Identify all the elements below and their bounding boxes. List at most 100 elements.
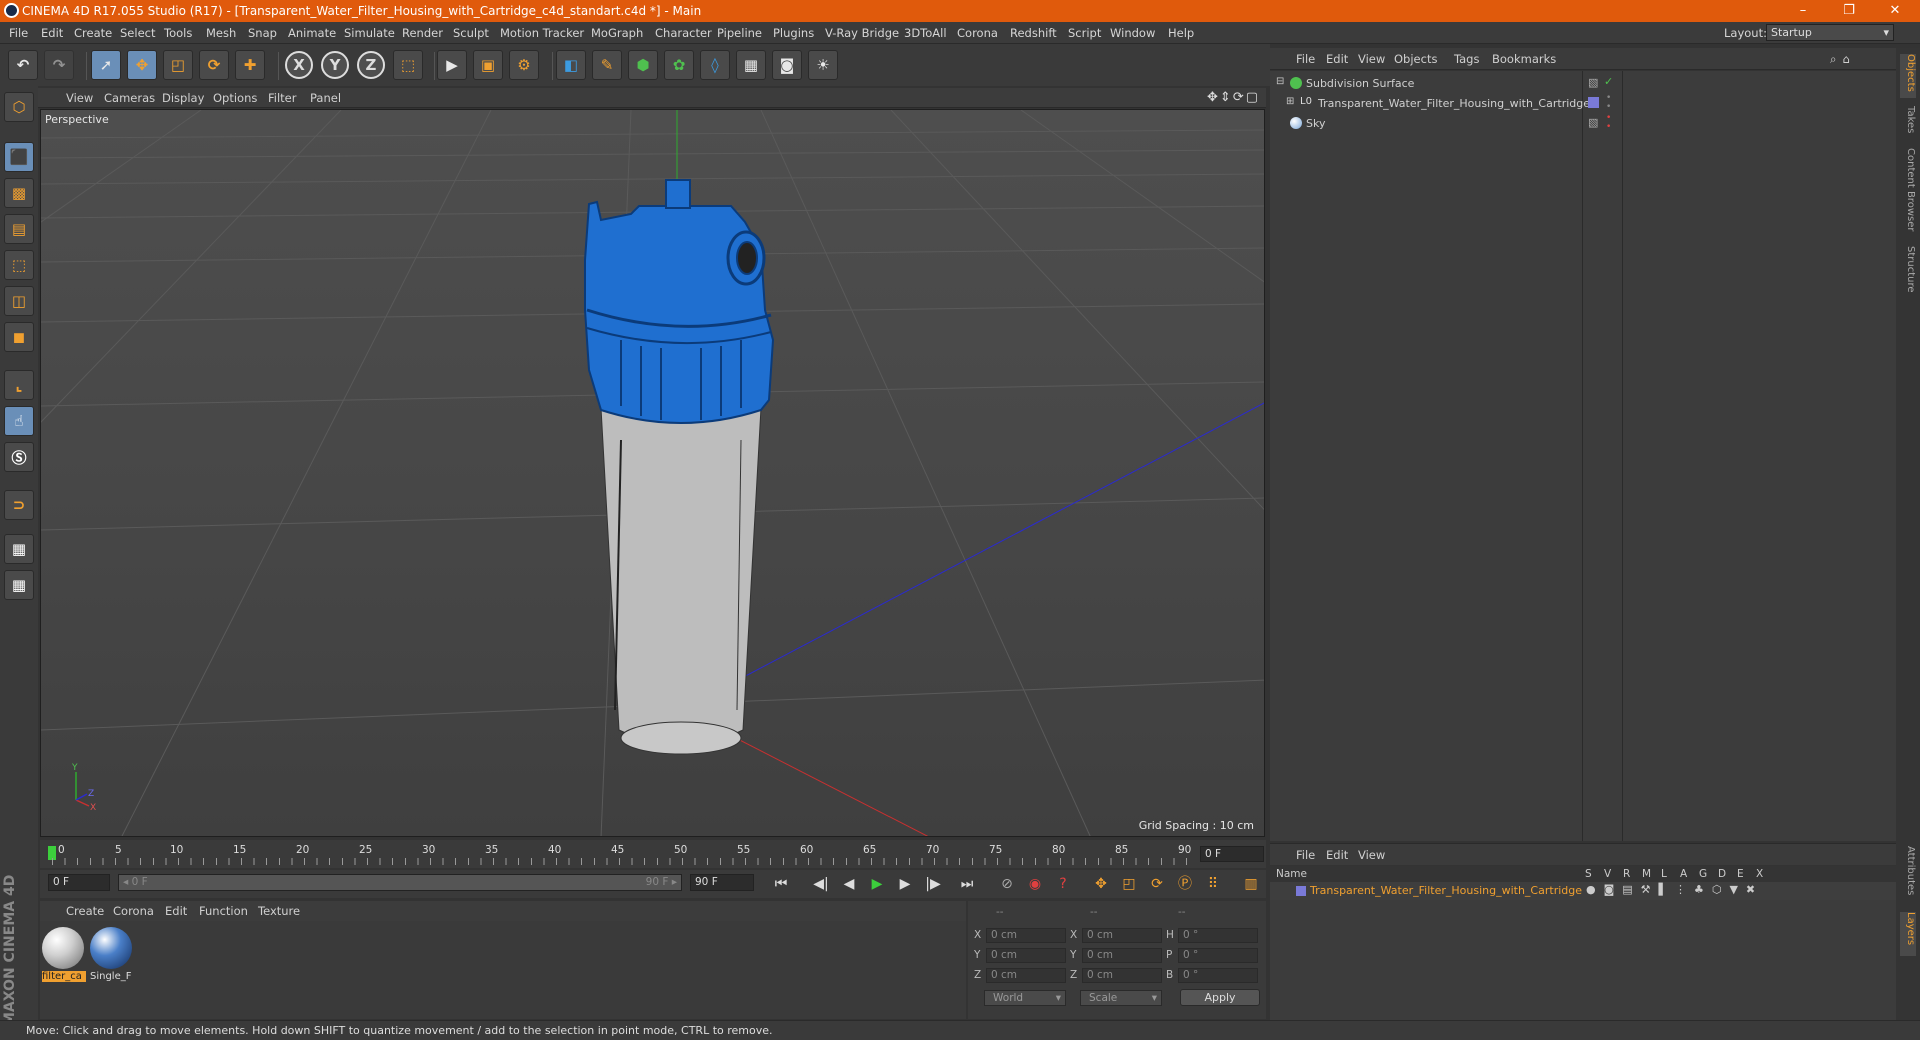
om-menu-objects[interactable]: Objects [1394, 52, 1437, 66]
z-axis-icon[interactable]: Z [357, 51, 385, 79]
menu-pipeline[interactable]: Pipeline [717, 26, 762, 40]
minimize-button[interactable]: – [1780, 0, 1826, 22]
pen-icon[interactable]: ✎ [592, 50, 622, 80]
menu-redshift[interactable]: Redshift [1010, 26, 1057, 40]
menu-character[interactable]: Character [655, 26, 712, 40]
floor-icon[interactable]: ▦ [736, 50, 766, 80]
material-menu-texture[interactable]: Texture [258, 904, 300, 918]
light-icon[interactable]: ☀ [808, 50, 838, 80]
tweak-icon[interactable]: ☝ [4, 406, 34, 436]
key-position-icon[interactable]: ✥ [1090, 873, 1112, 895]
lm-menu-view[interactable]: View [1358, 848, 1385, 862]
menu-mesh[interactable]: Mesh [206, 26, 236, 40]
autokeying-icon[interactable]: ◉ [1024, 873, 1046, 895]
go-to-end-icon[interactable]: ⏭ [956, 873, 978, 895]
position-y-field[interactable]: 0 cm [986, 948, 1066, 963]
menu-mograph[interactable]: MoGraph [591, 26, 643, 40]
viewport-menu-view[interactable]: View [66, 91, 93, 105]
object-row[interactable]: Sky ▧ • • [1270, 114, 1896, 132]
redo-icon[interactable]: ↷ [44, 50, 74, 80]
polygons-mode-icon[interactable]: ◼ [4, 322, 34, 352]
apply-button[interactable]: Apply [1180, 989, 1260, 1006]
cube-icon[interactable]: ◧ [556, 50, 586, 80]
layer-flags-icon[interactable]: ●◙▤⚒▌⋮♣⬡▼✖ [1586, 883, 1763, 896]
make-editable-icon[interactable]: ⬡ [4, 92, 34, 122]
tab-structure[interactable]: Structure [1900, 246, 1916, 298]
move-icon[interactable]: ✥ [127, 50, 157, 80]
layer-color-icon[interactable] [1296, 886, 1306, 896]
size-y-field[interactable]: 0 cm [1082, 948, 1162, 963]
points-mode-icon[interactable]: ⬚ [4, 250, 34, 280]
cloner-icon[interactable]: ✿ [664, 50, 694, 80]
menu-motion-tracker[interactable]: Motion Tracker [500, 26, 584, 40]
menu-vray-bridge[interactable]: V-Ray Bridge [825, 26, 899, 40]
layout-select[interactable]: Startup ▾ [1766, 24, 1894, 41]
timeline-ruler[interactable]: 0 5 10 15 20 25 30 35 40 45 50 55 60 65 … [40, 840, 1266, 868]
preview-range-slider[interactable]: ◂ 0 F 90 F ▸ [118, 874, 682, 891]
editor-visibility-icon[interactable]: ▧ [1588, 116, 1598, 129]
max-frame-input[interactable]: 90 F [690, 874, 754, 891]
visibility-dots-icon[interactable]: • • [1606, 114, 1611, 132]
menu-3dtoall[interactable]: 3DToAll [904, 26, 947, 40]
model-mode-icon[interactable]: ⬛ [4, 142, 34, 172]
magnet-icon[interactable]: ⊃ [4, 490, 34, 520]
select-icon[interactable]: ➚ [91, 50, 121, 80]
tab-attributes[interactable]: Attributes [1900, 846, 1916, 906]
object-row[interactable]: ⊟ Subdivision Surface ▧ ✓ [1270, 74, 1896, 92]
lm-menu-file[interactable]: File [1296, 848, 1315, 862]
render-picture-viewer-icon[interactable]: ▣ [473, 50, 503, 80]
key-point-level-icon[interactable]: ⠿ [1202, 873, 1224, 895]
viewport-menu-display[interactable]: Display [162, 91, 204, 105]
menu-plugins[interactable]: Plugins [773, 26, 814, 40]
tab-objects[interactable]: Objects [1900, 54, 1916, 98]
position-z-field[interactable]: 0 cm [986, 968, 1066, 983]
menu-help[interactable]: Help [1168, 26, 1194, 40]
next-key-icon[interactable]: |▶ [922, 873, 944, 895]
size-x-field[interactable]: 0 cm [1082, 928, 1162, 943]
menu-render[interactable]: Render [402, 26, 443, 40]
edges-mode-icon[interactable]: ◫ [4, 286, 34, 316]
material-menu-create[interactable]: Create [66, 904, 104, 918]
rotate-icon[interactable]: ⟳ [199, 50, 229, 80]
menu-tools[interactable]: Tools [164, 26, 192, 40]
om-menu-bookmarks[interactable]: Bookmarks [1492, 52, 1556, 66]
perspective-viewport[interactable]: Y X Z Perspective Grid Spacing : 10 cm [40, 109, 1265, 837]
lock-workplane-icon[interactable]: ▦ [4, 534, 34, 564]
workplane-rotate-icon[interactable]: ▦ [4, 570, 34, 600]
layer-color-icon[interactable] [1588, 97, 1599, 108]
texture-mode-icon[interactable]: ▩ [4, 178, 34, 208]
menu-sculpt[interactable]: Sculpt [453, 26, 489, 40]
material-menu-edit[interactable]: Edit [165, 904, 187, 918]
menu-select[interactable]: Select [120, 26, 155, 40]
tab-content-browser[interactable]: Content Browser [1900, 148, 1916, 238]
play-icon[interactable]: ▶ [866, 873, 888, 895]
expand-icon[interactable]: ⊞ [1286, 96, 1294, 107]
current-frame-input[interactable]: 0 F [48, 874, 110, 891]
material-menu-corona[interactable]: Corona [113, 904, 154, 918]
next-frame-icon[interactable]: ▶ [894, 873, 916, 895]
key-scale-icon[interactable]: ◰ [1118, 873, 1140, 895]
menu-window[interactable]: Window [1110, 26, 1155, 40]
layer-row[interactable]: Transparent_Water_Filter_Housing_with_Ca… [1270, 882, 1896, 900]
record-active-objects-icon[interactable]: ⊘ [996, 873, 1018, 895]
snap-icon[interactable]: Ⓢ [4, 442, 34, 472]
viewport-menu-options[interactable]: Options [213, 91, 257, 105]
key-rotation-icon[interactable]: ⟳ [1146, 873, 1168, 895]
rotation-h-field[interactable]: 0 ° [1178, 928, 1258, 943]
menu-snap[interactable]: Snap [248, 26, 277, 40]
tab-layers[interactable]: Layers [1900, 912, 1916, 956]
camera-icon[interactable]: ◙ [772, 50, 802, 80]
restore-button[interactable]: ❐ [1826, 0, 1872, 22]
axis-mode-icon[interactable]: ⌞ [4, 370, 34, 400]
om-search-icon[interactable]: ⌕⌂ [1830, 52, 1856, 67]
x-axis-icon[interactable]: X [285, 51, 313, 79]
render-view-icon[interactable]: ▶ [437, 50, 467, 80]
coordinate-system-select[interactable]: World ▾ [984, 990, 1066, 1006]
rotation-p-field[interactable]: 0 ° [1178, 948, 1258, 963]
visibility-dots-icon[interactable]: • • [1606, 94, 1611, 112]
add-icon[interactable]: ✚ [235, 50, 265, 80]
material-menu-function[interactable]: Function [199, 904, 248, 918]
previous-frame-icon[interactable]: ◀ [838, 873, 860, 895]
menu-animate[interactable]: Animate [288, 26, 336, 40]
object-row[interactable]: ⊞ L0 Transparent_Water_Filter_Housing_wi… [1270, 94, 1896, 112]
